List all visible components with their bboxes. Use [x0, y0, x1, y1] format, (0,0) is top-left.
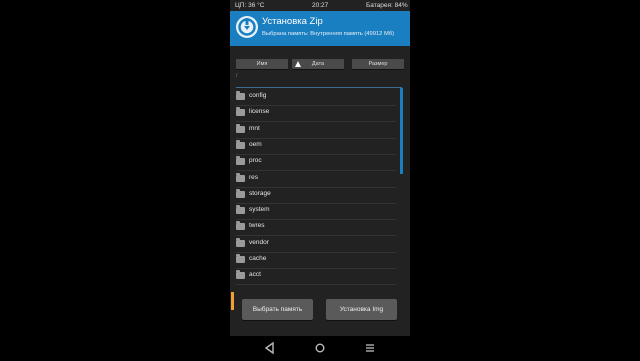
file-name: proc	[249, 157, 262, 165]
file-item-acct[interactable]: acct	[236, 268, 396, 286]
select-storage-button[interactable]: Выбрать память	[242, 299, 313, 320]
file-name: cache	[249, 255, 267, 262]
folder-icon	[236, 172, 245, 182]
folder-icon	[236, 254, 245, 263]
file-item-system[interactable]: system	[236, 203, 396, 221]
menu-icon[interactable]	[362, 340, 378, 356]
select-storage-label: Выбрать память	[252, 306, 303, 313]
sort-by-name-button[interactable]: Имя	[236, 59, 288, 69]
home-icon[interactable]	[312, 340, 328, 356]
file-item-storage[interactable]: storage	[236, 187, 396, 204]
header: Установка Zip Выбрана память: Внутренняя…	[230, 11, 410, 46]
file-name: oem	[249, 140, 262, 148]
clock: 20:27	[312, 2, 329, 9]
file-name: res	[249, 173, 259, 181]
folder-icon	[236, 188, 245, 198]
sort-name-label: Имя	[256, 61, 268, 67]
file-name: vendor	[249, 238, 269, 246]
file-name: twres	[249, 222, 265, 230]
file-item-config[interactable]: config	[236, 89, 396, 106]
sort-date-label: Дата	[311, 61, 325, 67]
recovery-screen: ЦП: 36 °C 20:27 Батарея: 84% Установка Z…	[230, 0, 410, 360]
sort-by-size-button[interactable]: Размер	[352, 59, 404, 69]
folder-icon	[236, 156, 245, 166]
back-icon[interactable]	[262, 340, 278, 356]
file-item-proc[interactable]: proc	[236, 154, 396, 172]
page-title: Установка Zip	[262, 16, 323, 27]
file-item-license[interactable]: license	[236, 105, 396, 123]
folder-icon	[236, 123, 245, 133]
battery-level: Батарея: 84%	[366, 2, 408, 9]
file-name: mnt	[249, 124, 260, 132]
file-name: config	[249, 92, 267, 99]
sort-size-label: Размер	[368, 61, 388, 67]
divider	[236, 87, 402, 88]
file-item-twres[interactable]: twres	[236, 219, 396, 237]
file-item-res[interactable]: res	[236, 171, 396, 188]
file-item-oem[interactable]: oem	[236, 138, 396, 155]
folder-icon	[236, 237, 245, 247]
sort-ascending-icon	[295, 61, 301, 67]
file-name: license	[249, 108, 270, 116]
file-name: storage	[249, 189, 271, 197]
current-path: /	[236, 73, 238, 79]
folder-icon	[236, 205, 245, 215]
folder-icon	[236, 270, 245, 280]
folder-icon	[236, 107, 245, 117]
navigation-bar	[230, 336, 410, 360]
file-name: system	[249, 206, 270, 214]
file-item-vendor[interactable]: vendor	[236, 236, 396, 253]
selected-storage-text: Выбрана память: Внутренняя память (49912…	[262, 31, 395, 37]
install-image-button[interactable]: Установка Img	[326, 299, 397, 320]
file-name: acct	[249, 271, 261, 279]
status-bar: ЦП: 36 °C 20:27 Батарея: 84%	[230, 0, 410, 11]
cpu-temperature: ЦП: 36 °C	[235, 2, 265, 9]
file-item-mnt[interactable]: mnt	[236, 122, 396, 139]
folder-icon	[236, 139, 245, 149]
folder-icon	[236, 221, 245, 231]
file-item-cache[interactable]: cache	[236, 252, 396, 269]
edge-indicator	[231, 292, 234, 310]
install-image-label: Установка Img	[339, 306, 384, 313]
scrollbar[interactable]	[400, 88, 403, 174]
sort-by-date-button[interactable]: Дата	[292, 59, 344, 69]
folder-icon	[236, 91, 245, 100]
twrp-logo-icon	[236, 16, 258, 38]
file-list[interactable]: config license mnt oem proc res storage system t…	[236, 89, 402, 286]
